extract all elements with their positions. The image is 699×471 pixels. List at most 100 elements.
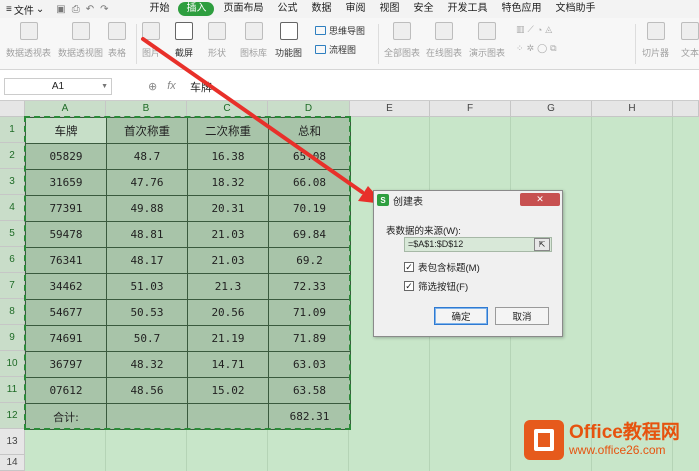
- table-cell[interactable]: [187, 403, 269, 430]
- column-header-c[interactable]: C: [187, 101, 268, 117]
- function-chart-button[interactable]: 功能图: [275, 22, 302, 59]
- row-header-1[interactable]: 1: [0, 117, 25, 143]
- row-header-9[interactable]: 9: [0, 325, 25, 351]
- table-cell[interactable]: 31659: [25, 169, 107, 196]
- header-checkbox[interactable]: ✓: [404, 262, 414, 272]
- table-cell[interactable]: 65.08: [268, 143, 351, 170]
- table-cell[interactable]: 20.56: [187, 299, 269, 326]
- table-cell[interactable]: 18.32: [187, 169, 269, 196]
- table-cell[interactable]: 34462: [25, 273, 107, 300]
- tab-data[interactable]: 数据: [304, 0, 338, 18]
- table-cell[interactable]: 07612: [25, 377, 107, 404]
- table-cell[interactable]: 48.17: [106, 247, 188, 274]
- table-cell[interactable]: 21.03: [187, 247, 269, 274]
- flowchart-button[interactable]: 流程图: [315, 43, 356, 56]
- header-cell[interactable]: 二次称重: [187, 117, 269, 144]
- filter-checkbox-row[interactable]: ✓ 筛选按钮(F): [404, 279, 468, 293]
- table-cell[interactable]: 70.19: [268, 195, 351, 222]
- formula-value[interactable]: 车牌: [190, 79, 212, 95]
- table-cell[interactable]: 14.71: [187, 351, 269, 378]
- online-chart-button[interactable]: 在线图表: [426, 22, 462, 59]
- mind-map-button[interactable]: 思维导图: [315, 24, 365, 37]
- range-select-button[interactable]: ⇱: [534, 238, 550, 251]
- all-charts-button[interactable]: 全部图表: [384, 22, 420, 59]
- redo-icon[interactable]: ↷: [100, 4, 108, 15]
- tab-security[interactable]: 安全: [406, 0, 440, 18]
- filter-checkbox[interactable]: ✓: [404, 281, 414, 291]
- fx-icon[interactable]: fx: [167, 80, 176, 93]
- icon-library-button[interactable]: 图标库: [240, 22, 267, 59]
- column-header-a[interactable]: A: [25, 101, 106, 117]
- table-button[interactable]: 表格: [108, 22, 126, 59]
- cancel-button[interactable]: 取消: [495, 307, 549, 325]
- table-cell[interactable]: 21.03: [187, 221, 269, 248]
- tab-review[interactable]: 审阅: [338, 0, 372, 18]
- table-cell[interactable]: 20.31: [187, 195, 269, 222]
- dialog-close-button[interactable]: ✕: [520, 193, 560, 206]
- pivot-table-button[interactable]: 数据透视表: [6, 22, 51, 59]
- table-cell[interactable]: 05829: [25, 143, 107, 170]
- table-cell[interactable]: 66.08: [268, 169, 351, 196]
- picture-button[interactable]: 图片: [142, 22, 160, 59]
- shape-button[interactable]: 形状: [208, 22, 226, 59]
- ok-button[interactable]: 确定: [434, 307, 488, 325]
- row-header-3[interactable]: 3: [0, 169, 25, 195]
- table-cell[interactable]: 50.7: [106, 325, 188, 352]
- row-header-4[interactable]: 4: [0, 195, 25, 221]
- chart-type-icons-row1[interactable]: ▥ ⟋ ◔ ◬: [516, 24, 552, 35]
- table-cell[interactable]: 77391: [25, 195, 107, 222]
- pivot-chart-button[interactable]: 数据透视图: [58, 22, 103, 59]
- column-header-d[interactable]: D: [268, 101, 350, 117]
- table-cell[interactable]: 47.76: [106, 169, 188, 196]
- table-cell[interactable]: 50.53: [106, 299, 188, 326]
- header-cell[interactable]: 总和: [268, 117, 351, 144]
- column-header-g[interactable]: G: [511, 101, 592, 117]
- tab-doc-assistant[interactable]: 文档助手: [548, 0, 602, 18]
- column-header-e[interactable]: E: [350, 101, 430, 117]
- row-header-5[interactable]: 5: [0, 221, 25, 247]
- tab-insert[interactable]: 插入: [178, 2, 215, 16]
- table-cell[interactable]: 72.33: [268, 273, 351, 300]
- table-cell[interactable]: 48.81: [106, 221, 188, 248]
- row-header-13[interactable]: 13: [0, 429, 25, 455]
- table-cell[interactable]: 16.38: [187, 143, 269, 170]
- column-header-f[interactable]: F: [430, 101, 511, 117]
- column-header-b[interactable]: B: [106, 101, 187, 117]
- table-cell[interactable]: 74691: [25, 325, 107, 352]
- chart-type-icons-row2[interactable]: ⁘ ✲ ◯ ⧉: [516, 43, 557, 54]
- row-header-11[interactable]: 11: [0, 377, 25, 403]
- screenshot-button[interactable]: 截屏: [175, 22, 193, 59]
- row-header-12[interactable]: 12: [0, 403, 25, 429]
- table-cell[interactable]: 63.58: [268, 377, 351, 404]
- save-icon[interactable]: ▣: [56, 4, 65, 15]
- table-cell[interactable]: 54677: [25, 299, 107, 326]
- header-cell[interactable]: 车牌: [25, 117, 107, 144]
- row-header-7[interactable]: 7: [0, 273, 25, 299]
- column-header-h[interactable]: H: [592, 101, 673, 117]
- table-cell[interactable]: 59478: [25, 221, 107, 248]
- zoom-icon[interactable]: ⊕: [148, 80, 157, 93]
- row-header-6[interactable]: 6: [0, 247, 25, 273]
- table-cell[interactable]: 36797: [25, 351, 107, 378]
- table-cell[interactable]: 63.03: [268, 351, 351, 378]
- demo-chart-button[interactable]: 演示图表: [469, 22, 505, 59]
- row-header-14[interactable]: 14: [0, 455, 25, 471]
- table-cell[interactable]: 48.32: [106, 351, 188, 378]
- table-cell[interactable]: 21.3: [187, 273, 269, 300]
- column-header-i[interactable]: [673, 101, 699, 117]
- table-cell[interactable]: 51.03: [106, 273, 188, 300]
- row-header-10[interactable]: 10: [0, 351, 25, 377]
- select-all-corner[interactable]: [0, 101, 25, 117]
- undo-icon[interactable]: ↶: [86, 4, 94, 15]
- table-cell[interactable]: 71.89: [268, 325, 351, 352]
- table-cell[interactable]: 21.19: [187, 325, 269, 352]
- total-value-cell[interactable]: 682.31: [268, 403, 351, 430]
- table-cell[interactable]: 71.09: [268, 299, 351, 326]
- row-header-8[interactable]: 8: [0, 299, 25, 325]
- file-menu[interactable]: ≡ 文件 ⌄: [0, 2, 50, 17]
- table-cell[interactable]: 48.7: [106, 143, 188, 170]
- table-cell[interactable]: 76341: [25, 247, 107, 274]
- tab-developer[interactable]: 开发工具: [440, 0, 494, 18]
- table-cell[interactable]: 49.88: [106, 195, 188, 222]
- slicer-button[interactable]: 切片器: [642, 22, 669, 59]
